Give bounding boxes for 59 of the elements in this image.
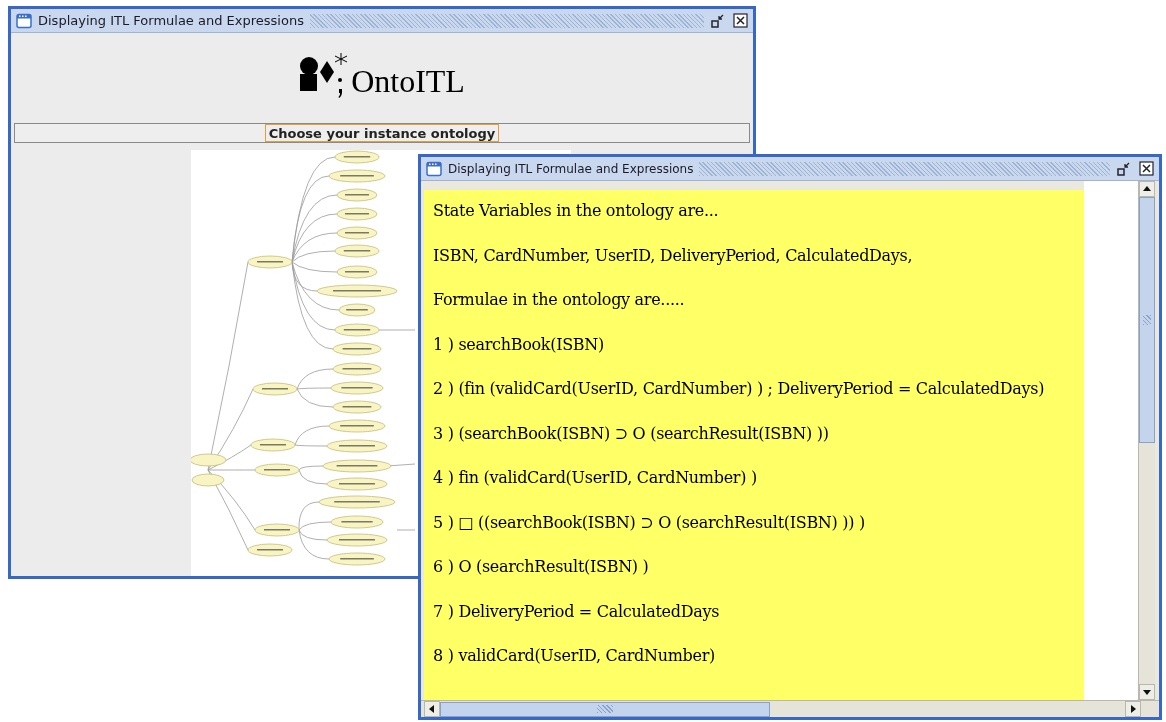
graph-edge xyxy=(378,329,416,331)
window-icon xyxy=(16,12,32,29)
graph-node xyxy=(334,323,380,337)
output-line: Formulae in the ontology are..... xyxy=(433,289,686,311)
graph-node xyxy=(328,419,386,433)
grip-icon xyxy=(597,705,613,713)
graph-node xyxy=(326,439,388,453)
graph-node xyxy=(322,459,392,473)
graph-node xyxy=(336,226,378,240)
graph-node xyxy=(328,552,386,566)
graph-node xyxy=(326,477,388,491)
graph-node xyxy=(254,523,300,537)
graph-node xyxy=(326,533,388,547)
output-line: 1 ) searchBook(ISBN) xyxy=(433,333,605,356)
window-title: Displaying ITL Formulae and Expressions xyxy=(38,11,304,30)
graph-node xyxy=(336,188,378,202)
scroll-left-button[interactable] xyxy=(424,701,440,717)
output-line: 6 ) O (searchResult(ISBN) ) xyxy=(433,556,650,578)
graph-node xyxy=(254,463,300,477)
scroll-right-button[interactable] xyxy=(1125,701,1141,717)
scroll-up-button[interactable] xyxy=(1139,181,1155,197)
output-line: 2 ) (fin (validCard(UserID, CardNumber) ) ; DeliveryPeriod = CalculatedDays) xyxy=(433,378,1046,400)
output-line: 4 ) fin (validCard(UserID, CardNumber) ) xyxy=(433,467,758,489)
scroll-thumb[interactable] xyxy=(440,701,770,717)
output-line: 5 ) □ ((searchBook(ISBN) ⊃ O (searchResult(ISBN) )) ) xyxy=(433,511,866,534)
grip-icon xyxy=(1143,315,1151,325)
graph-node xyxy=(191,473,225,487)
graph-node xyxy=(191,453,227,467)
graph-node xyxy=(328,169,386,183)
output-line: ISBN, CardNumber, UserID, DeliveryPeriod, CalculatedDays, xyxy=(433,244,914,267)
close-button[interactable] xyxy=(1138,160,1154,177)
logo-text: OntoITL xyxy=(351,65,465,97)
graph-node xyxy=(330,381,384,395)
restore-button[interactable] xyxy=(710,12,726,29)
graph-node xyxy=(334,150,380,164)
scroll-down-button[interactable] xyxy=(1139,684,1155,700)
graph-node xyxy=(336,265,378,279)
graph-node xyxy=(336,207,378,221)
output-line: State Variables in the ontology are... xyxy=(433,200,720,222)
graph-node xyxy=(247,543,293,557)
graph-node xyxy=(332,362,382,376)
graph-node xyxy=(338,303,376,317)
graph-node xyxy=(252,382,298,396)
close-button[interactable] xyxy=(732,12,748,29)
graph-node xyxy=(332,400,382,414)
graph-edge xyxy=(396,529,416,531)
graph-node xyxy=(330,515,384,529)
output-line: 7 ) DeliveryPeriod = CalculatedDays xyxy=(433,600,721,623)
graph-node xyxy=(332,342,382,356)
output-line: 8 ) validCard(UserID, CardNumber) xyxy=(433,645,716,667)
choose-ontology-button[interactable]: Choose your instance ontology xyxy=(264,124,500,142)
window-icon xyxy=(426,160,442,177)
scroll-thumb[interactable] xyxy=(1139,197,1155,443)
restore-button[interactable] xyxy=(1116,160,1132,177)
graph-node xyxy=(247,255,293,269)
window-title: Displaying ITL Formulae and Expressions xyxy=(448,160,694,178)
output-line: 3 ) (searchBook(ISBN) ⊃ O (searchResult(ISBN) )) xyxy=(433,422,830,445)
graph-node xyxy=(250,438,296,452)
graph-node xyxy=(334,244,380,258)
